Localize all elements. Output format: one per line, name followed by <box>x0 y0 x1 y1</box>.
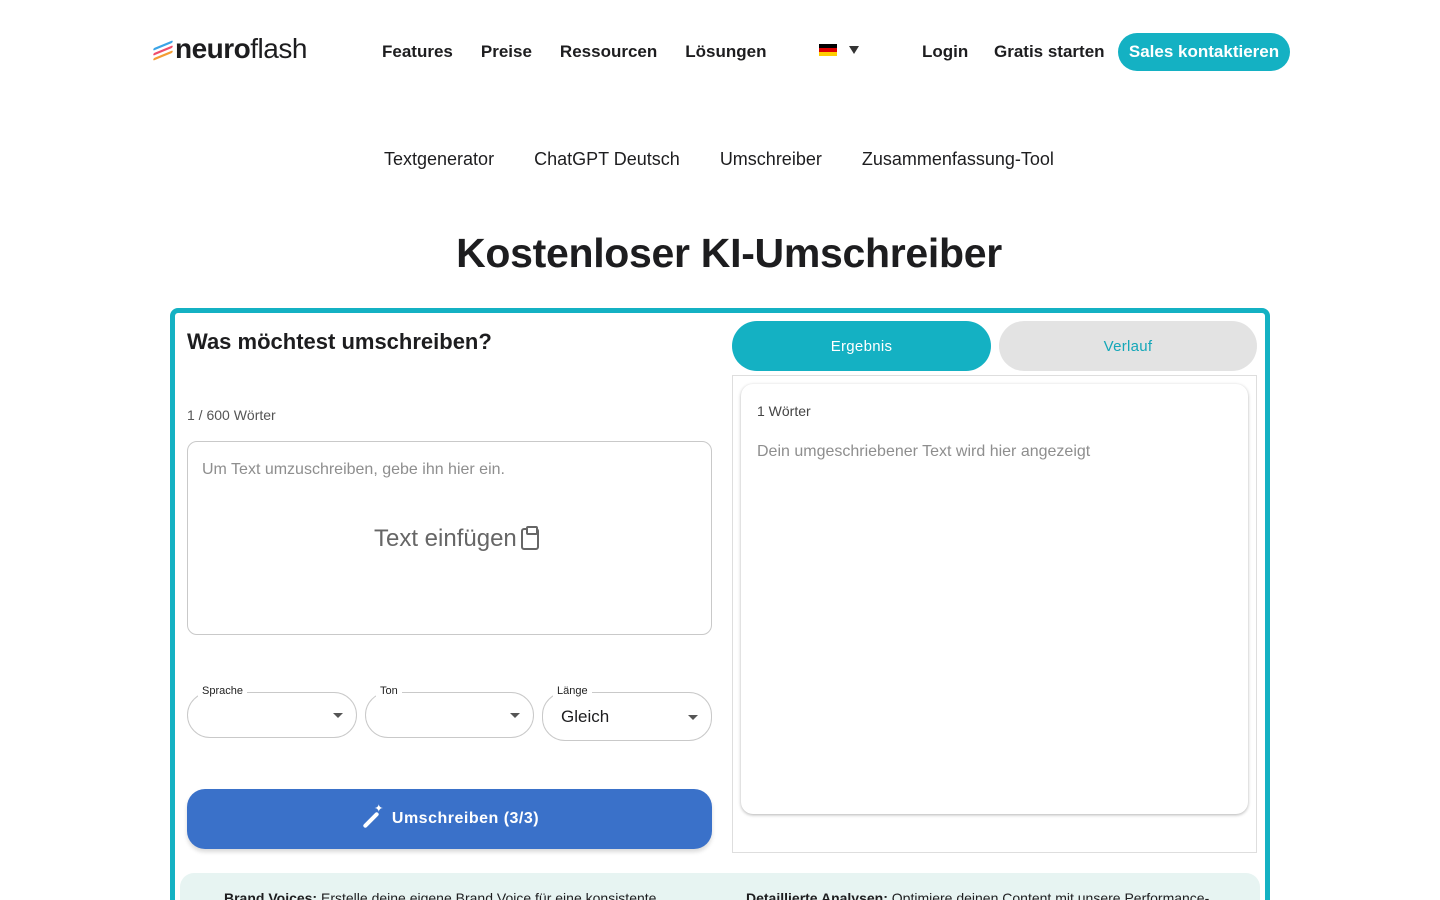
rewrite-button[interactable]: Umschreiben (3/3) <box>187 789 712 849</box>
subnav-textgenerator[interactable]: Textgenerator <box>384 146 494 172</box>
gratis-starten-link[interactable]: Gratis starten <box>994 40 1105 64</box>
paste-text-button[interactable]: Text einfügen <box>374 524 539 554</box>
site-header: neuroflash Features Preise Ressourcen Lö… <box>0 0 1440 104</box>
text-input-area[interactable]: Um Text umzuschreiben, gebe ihn hier ein… <box>187 441 712 635</box>
chevron-down-icon <box>849 46 859 54</box>
feature-info-box: Brand Voices: Erstelle deine eigene Bran… <box>180 873 1260 900</box>
feature-analysen-text: Optimiere deinen Content mit unsere Perf… <box>887 890 1210 900</box>
feature-analysen-title: Detaillierte Analysen: <box>746 890 888 900</box>
tab-ergebnis[interactable]: Ergebnis <box>732 321 991 371</box>
logo-icon <box>153 40 173 61</box>
feature-analysen: Detaillierte Analysen: Optimiere deinen … <box>746 889 1246 900</box>
input-word-count: 1 / 600 Wörter <box>187 407 276 423</box>
nav-features[interactable]: Features <box>382 40 453 64</box>
feature-brand-voices: Brand Voices: Erstelle deine eigene Bran… <box>224 889 704 900</box>
paste-text-label: Text einfügen <box>374 525 517 552</box>
language-select-label: Sprache <box>198 684 247 698</box>
tone-select[interactable]: Ton <box>365 684 534 738</box>
page-title: Kostenloser KI-Umschreiber <box>456 230 1002 276</box>
length-select-value: Gleich <box>561 707 610 726</box>
german-flag-icon <box>819 44 837 56</box>
length-select-label: Länge <box>553 684 592 698</box>
input-placeholder: Um Text umzuschreiben, gebe ihn hier ein… <box>202 461 505 478</box>
tone-select-label: Ton <box>376 684 402 698</box>
subnav-zusammenfassung-tool[interactable]: Zusammenfassung-Tool <box>862 146 1054 172</box>
feature-brand-voices-title: Brand Voices: <box>224 890 318 900</box>
nav-preise[interactable]: Preise <box>481 40 532 64</box>
main-nav: Features Preise Ressourcen Lösungen <box>382 40 766 64</box>
logo-text-light: flash <box>250 33 307 64</box>
result-output[interactable]: 1 Wörter Dein umgeschriebener Text wird … <box>741 384 1248 814</box>
logo-text-bold: neuro <box>175 33 251 64</box>
dropdown-arrow-icon <box>510 713 520 718</box>
neuroflash-logo[interactable]: neuroflash <box>153 33 307 64</box>
language-select[interactable]: Sprache <box>187 684 357 738</box>
subnav-chatgpt-deutsch[interactable]: ChatGPT Deutsch <box>534 146 680 172</box>
dropdown-arrow-icon <box>333 713 343 718</box>
result-word-count: 1 Wörter <box>757 403 811 419</box>
sales-contact-button[interactable]: Sales kontaktieren <box>1118 33 1290 71</box>
feature-brand-voices-text: Erstelle deine eigene Brand Voice für ei… <box>317 890 657 900</box>
rewrite-button-label: Umschreiben (3/3) <box>391 810 540 827</box>
tool-subnav: Textgenerator ChatGPT Deutsch Umschreibe… <box>384 146 1054 172</box>
magic-wand-icon <box>360 802 384 830</box>
result-placeholder: Dein umgeschriebener Text wird hier ange… <box>757 443 1091 460</box>
dropdown-arrow-icon <box>688 715 698 720</box>
length-select[interactable]: Länge Gleich <box>542 684 712 741</box>
tab-verlauf[interactable]: Verlauf <box>999 321 1257 371</box>
nav-loesungen[interactable]: Lösungen <box>685 40 766 64</box>
language-selector[interactable] <box>819 44 859 56</box>
nav-ressourcen[interactable]: Ressourcen <box>560 40 657 64</box>
clipboard-icon <box>520 526 539 550</box>
subnav-umschreiber[interactable]: Umschreiber <box>720 146 822 172</box>
input-heading: Was möchtest umschreiben? <box>187 329 492 354</box>
login-link[interactable]: Login <box>922 40 968 64</box>
